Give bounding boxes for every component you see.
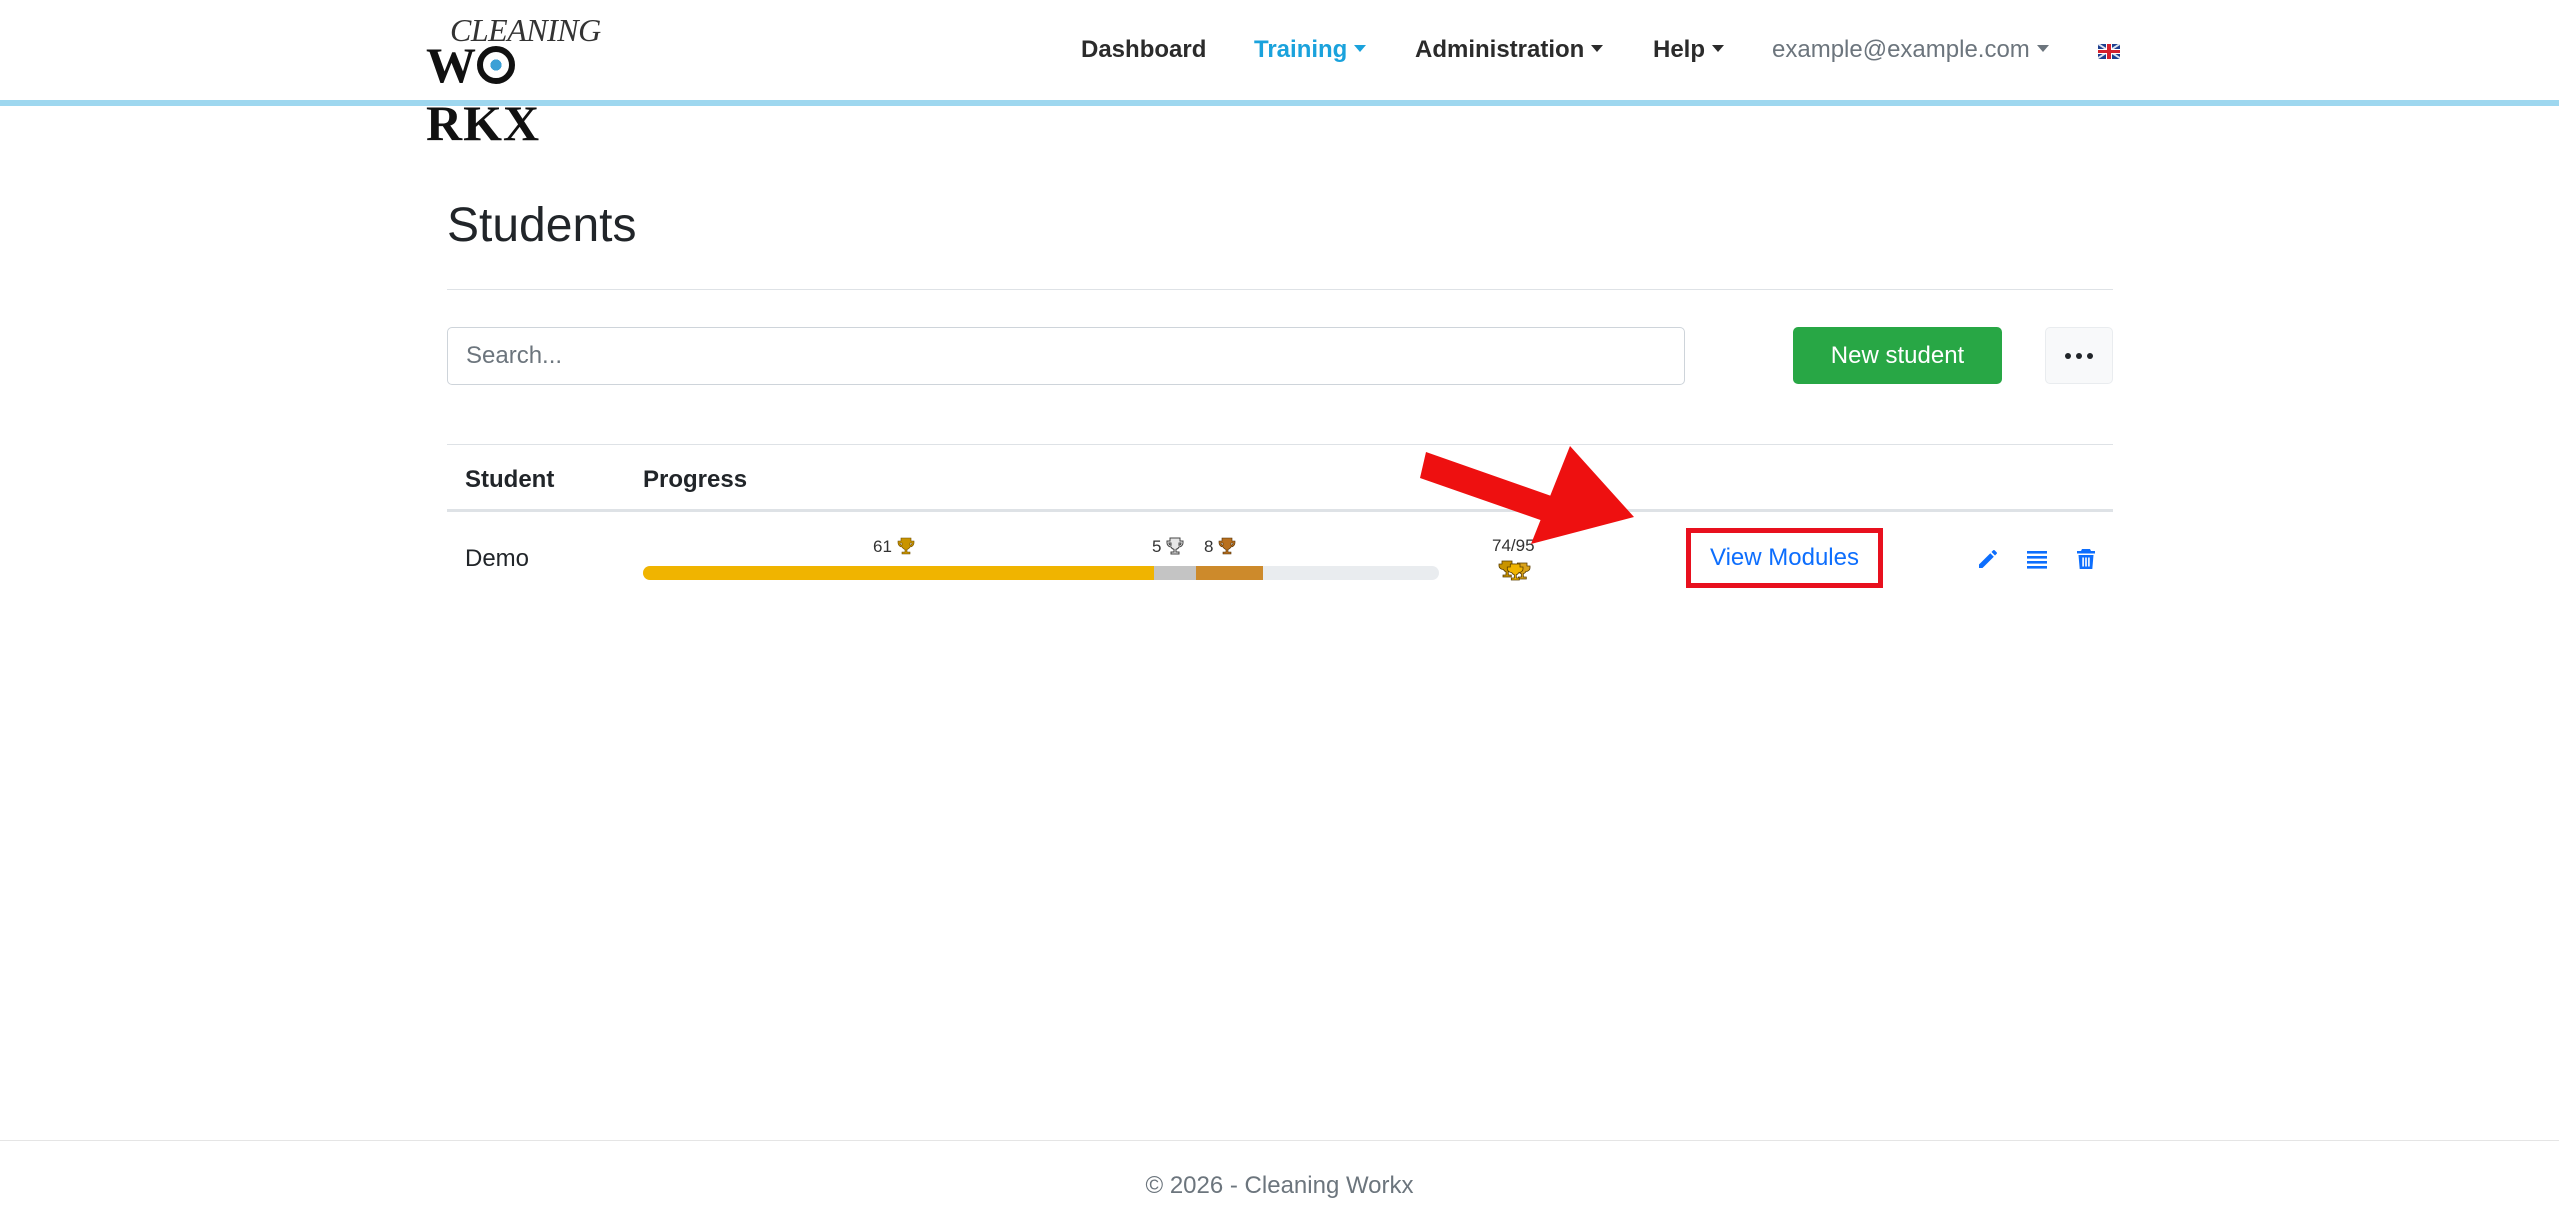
new-student-button[interactable]: New student xyxy=(1793,327,2002,384)
user-menu[interactable]: example@example.com xyxy=(1772,36,2049,64)
top-navbar: CLEANING WRKX Dashboard Training Adminis… xyxy=(0,0,2559,151)
annotation-arrow-icon xyxy=(1420,446,1634,544)
table-top-border xyxy=(447,444,2113,445)
silver-count-label: 5 xyxy=(1152,536,1185,557)
chevron-down-icon xyxy=(2036,45,2049,52)
trophies-icon xyxy=(1498,560,1531,581)
nav-training-label: Training xyxy=(1254,36,1348,63)
progress-bar xyxy=(643,566,1439,580)
table-header-border xyxy=(447,509,2113,512)
list-icon[interactable] xyxy=(2025,546,2049,572)
bronze-trophy-icon xyxy=(1219,537,1236,555)
progress-gold-segment xyxy=(643,566,1155,580)
student-name: Demo xyxy=(465,545,530,572)
divider xyxy=(447,289,2113,290)
nav-administration[interactable]: Administration xyxy=(1415,36,1604,64)
more-options-button[interactable] xyxy=(2045,327,2113,384)
progress-bronze-segment xyxy=(1196,566,1264,580)
nav-training[interactable]: Training xyxy=(1254,36,1367,64)
logo-o-icon xyxy=(477,46,515,84)
bronze-count-label: 8 xyxy=(1204,536,1237,557)
page-title: Students xyxy=(447,199,637,252)
nav-administration-label: Administration xyxy=(1415,36,1585,63)
cleaning-workx-logo[interactable]: CLEANING WRKX xyxy=(426,12,616,151)
silver-trophy-icon xyxy=(1166,537,1184,555)
chevron-down-icon xyxy=(1354,45,1367,52)
nav-dashboard[interactable]: Dashboard xyxy=(1081,36,1206,64)
search-input[interactable] xyxy=(447,327,1685,385)
nav-help-label: Help xyxy=(1653,36,1706,63)
pencil-icon[interactable] xyxy=(1976,546,2000,572)
chevron-down-icon xyxy=(1591,45,1604,52)
trash-icon[interactable] xyxy=(2074,546,2098,572)
column-header-student: Student xyxy=(465,466,555,493)
nav-help[interactable]: Help xyxy=(1653,36,1725,64)
progress-silver-segment xyxy=(1154,566,1197,580)
chevron-down-icon xyxy=(1712,45,1725,52)
logo-text-bottom: WRKX xyxy=(426,37,541,151)
ellipsis-icon xyxy=(2065,352,2071,359)
gold-count-label: 61 xyxy=(873,536,916,557)
user-email: example@example.com xyxy=(1772,36,2030,63)
view-modules-link[interactable]: View Modules xyxy=(1686,528,1883,588)
uk-flag-icon[interactable] xyxy=(2098,44,2120,59)
footer-copyright: © 2026 - Cleaning Workx xyxy=(1145,1172,1414,1199)
gold-trophy-icon xyxy=(897,537,915,555)
footer-divider xyxy=(0,1140,2559,1141)
column-header-progress: Progress xyxy=(643,466,748,493)
